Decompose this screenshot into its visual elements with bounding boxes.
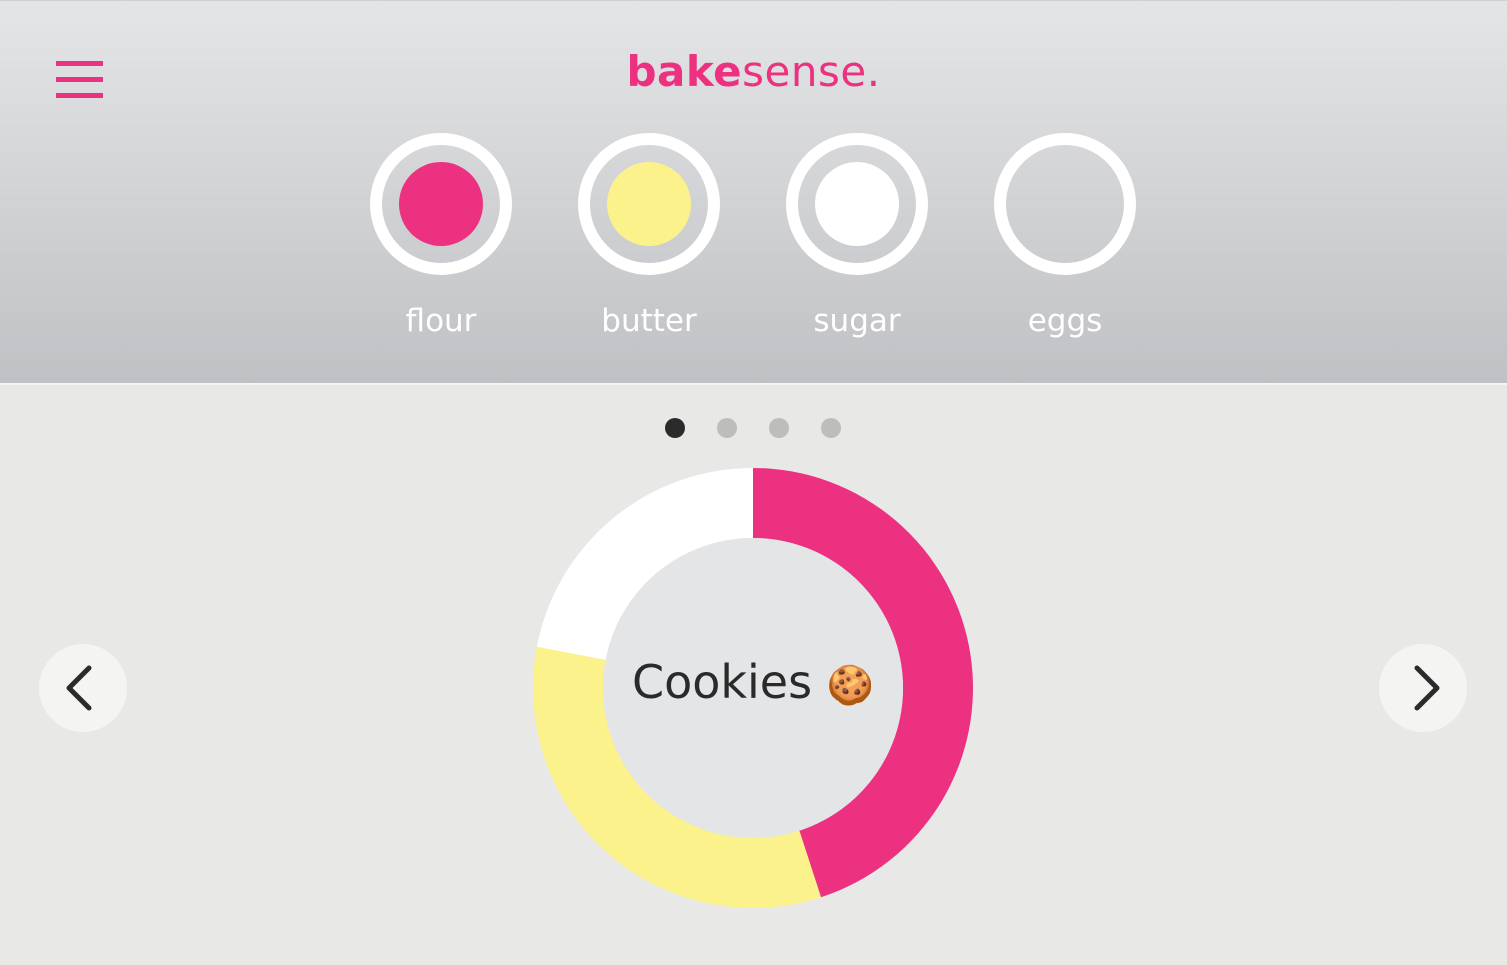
app-root: bakesense. flour butter sugar eggs Cooki… [0, 0, 1507, 965]
brand-logo-bold: bake [626, 47, 743, 96]
ingredient-dot-butter [607, 162, 691, 246]
ingredient-ring [370, 133, 512, 275]
brand-logo-light: sense. [742, 47, 881, 96]
ingredient-label: eggs [1027, 303, 1103, 339]
page-dot-3[interactable] [769, 418, 789, 438]
ingredient-ring [578, 133, 720, 275]
page-indicator [0, 418, 1507, 438]
ingredient-label: butter [601, 303, 697, 339]
ingredient-label: sugar [813, 303, 901, 339]
page-dot-2[interactable] [717, 418, 737, 438]
ingredient-ring [994, 133, 1136, 275]
ingredient-butter[interactable]: butter [559, 133, 739, 339]
chevron-left-icon [66, 665, 92, 711]
ingredient-flour[interactable]: flour [351, 133, 531, 339]
page-dot-4[interactable] [821, 418, 841, 438]
ingredient-dot-sugar [815, 162, 899, 246]
ingredient-ring [786, 133, 928, 275]
ingredient-sugar[interactable]: sugar [767, 133, 947, 339]
brand-logo: bakesense. [0, 47, 1507, 96]
page-dot-1[interactable] [665, 418, 685, 438]
ingredient-eggs[interactable]: eggs [975, 133, 1155, 339]
header: bakesense. flour butter sugar eggs [0, 0, 1507, 385]
cookie-icon: 🍪 [826, 663, 875, 707]
ingredient-dot-flour [399, 162, 483, 246]
chevron-right-icon [1414, 665, 1440, 711]
ingredient-label: flour [405, 303, 477, 339]
prev-button[interactable] [39, 644, 127, 732]
ingredient-selector: flour butter sugar eggs [0, 133, 1507, 353]
recipe-name: Cookies [631, 655, 813, 709]
recipe-title: Cookies 🍪 [530, 655, 976, 709]
next-button[interactable] [1379, 644, 1467, 732]
